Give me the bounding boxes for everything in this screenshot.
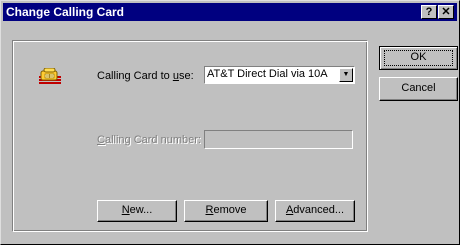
window-title: Change Calling Card: [6, 5, 125, 19]
telephone-icon: [39, 68, 61, 84]
calling-card-number-field[interactable]: [204, 130, 353, 149]
calling-card-label: Calling Card to use:: [97, 70, 194, 82]
remove-button[interactable]: Remove: [184, 200, 268, 222]
focus-rectangle: [384, 50, 453, 66]
calling-card-number-label: Calling Card number:: [97, 134, 201, 146]
advanced-button[interactable]: Advanced...: [275, 200, 355, 222]
close-button[interactable]: ✕: [438, 5, 454, 19]
chevron-down-icon[interactable]: ▼: [339, 68, 353, 82]
calling-card-select[interactable]: AT&T Direct Dial via 10A ▼: [204, 66, 355, 84]
calling-card-value: AT&T Direct Dial via 10A: [207, 68, 328, 80]
cancel-button[interactable]: Cancel: [379, 77, 458, 101]
title-bar[interactable]: Change Calling Card ? ✕: [3, 3, 457, 21]
change-calling-card-dialog: Change Calling Card ? ✕ Calling Card to …: [0, 0, 460, 245]
new-button[interactable]: New...: [97, 200, 177, 222]
ok-button[interactable]: OK: [379, 46, 458, 70]
help-icon: ?: [425, 6, 433, 18]
help-button[interactable]: ?: [421, 5, 437, 19]
close-icon: ✕: [441, 6, 451, 18]
